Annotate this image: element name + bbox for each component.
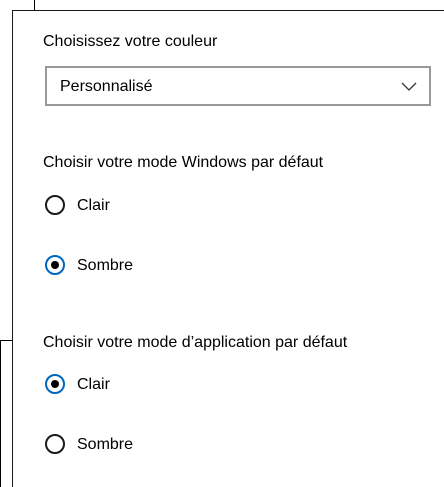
app-mode-dark-radio[interactable]: Sombre <box>45 433 265 459</box>
radio-button-icon[interactable] <box>45 434 65 454</box>
color-heading: Choisissez votre couleur <box>43 33 218 50</box>
app-mode-light-radio[interactable]: Clair <box>45 373 265 399</box>
radio-selected-dot <box>51 380 59 388</box>
color-dropdown[interactable]: Personnalisé <box>45 66 431 106</box>
app-mode-dark-label: Sombre <box>77 436 134 453</box>
chevron-down-icon <box>401 82 417 91</box>
app-mode-light-label: Clair <box>77 376 110 393</box>
colors-settings-panel: Choisissez votre couleur Personnalisé Ch… <box>12 10 444 487</box>
radio-button-icon[interactable] <box>45 374 65 394</box>
windows-mode-light-label: Clair <box>77 197 110 214</box>
windows-mode-dark-label: Sombre <box>77 257 134 274</box>
radio-selected-dot <box>51 261 59 269</box>
windows-mode-dark-radio[interactable]: Sombre <box>45 254 265 280</box>
radio-button-icon[interactable] <box>45 255 65 275</box>
windows-mode-heading: Choisir votre mode Windows par défaut <box>43 154 324 171</box>
color-dropdown-value: Personnalisé <box>60 78 153 95</box>
screenshot-root: Choisissez votre couleur Personnalisé Ch… <box>0 0 444 487</box>
windows-mode-light-radio[interactable]: Clair <box>45 194 265 220</box>
background-window-edge <box>34 0 35 10</box>
background-window-edge <box>0 340 12 341</box>
radio-button-icon[interactable] <box>45 195 65 215</box>
background-window-edge <box>0 340 1 487</box>
app-mode-heading: Choisir votre mode d’application par déf… <box>43 334 348 351</box>
